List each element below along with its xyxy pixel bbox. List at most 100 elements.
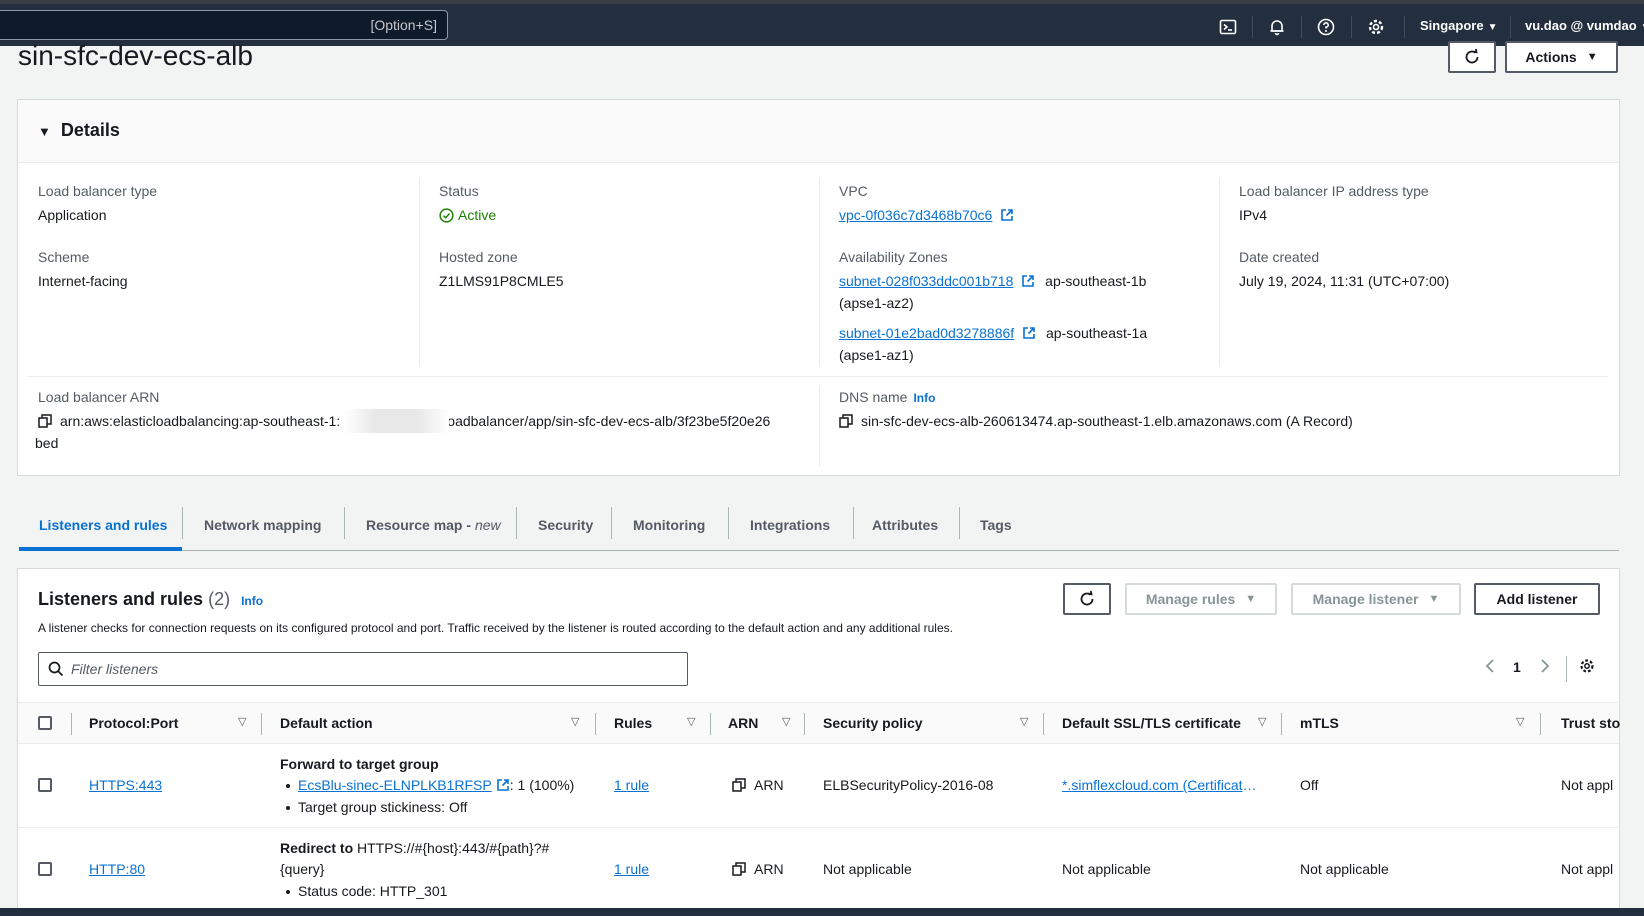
page-number[interactable]: 1 [1513,659,1521,675]
select-all-checkbox[interactable] [38,716,52,730]
manage-rules-label: Manage rules [1145,591,1236,607]
dns-value: sin-sfc-dev-ecs-alb-260613474.ap-southea… [839,413,1353,429]
new-badge: new [474,517,501,533]
tab-resource-map[interactable]: Resource map - new [366,517,501,533]
column-rules[interactable]: Rules [614,715,652,731]
sort-icon[interactable]: ▽ [1258,715,1266,728]
listeners-info-link[interactable]: Info [241,594,263,608]
mtls-value: Not applicable [1300,861,1389,877]
redaction-blur [345,409,449,433]
target-group-link[interactable]: EcsBlu-sinec-ELNPLKB1RFSP [298,777,492,793]
help-icon[interactable] [1315,16,1337,38]
arn-label: Load balancer ARN [38,389,160,405]
manage-listener-button[interactable]: Manage listener ▼ [1291,583,1461,615]
date-created-value: July 19, 2024, 11:31 (UTC+07:00) [1239,273,1450,289]
prev-page-icon[interactable] [1485,659,1495,676]
refresh-icon [1080,590,1094,606]
status-text: Active [458,207,497,223]
region-label: Singapore [1420,18,1484,33]
column-mtls[interactable]: mTLS [1300,715,1339,731]
subnet-link[interactable]: subnet-028f033ddc001b718 [839,273,1013,289]
sort-icon[interactable]: ▽ [1020,715,1028,728]
search-input[interactable]: [Option+S] [0,10,448,40]
listeners-refresh-button[interactable] [1063,583,1111,615]
bottom-bar [0,908,1644,916]
listeners-count: (2) [208,589,231,609]
table-settings-icon[interactable] [1579,658,1595,677]
rules-link[interactable]: 1 rule [614,861,649,877]
tab-security[interactable]: Security [538,517,593,533]
details-title: ▼ Details [38,120,120,141]
listener-protocol-link[interactable]: HTTPS:443 [89,777,162,793]
sort-icon[interactable]: ▽ [571,715,579,728]
subnet-link[interactable]: subnet-01e2bad0d3278886f [839,325,1014,341]
row-checkbox[interactable] [38,778,52,792]
tab-monitoring[interactable]: Monitoring [633,517,705,533]
vpc-link[interactable]: vpc-0f036c7d3468b70c6 [839,207,992,223]
listeners-title: Listeners and rules (2) Info [38,589,263,610]
details-title-text: Details [60,120,120,140]
arn-copy[interactable]: ARN [732,861,784,877]
column-divider [261,713,262,735]
security-policy-value: ELBSecurityPolicy-2016-08 [823,777,994,793]
dns-info-link[interactable]: Info [913,391,935,405]
region-selector[interactable]: Singapore ▼ [1420,18,1497,33]
filter-placeholder: Filter listeners [71,661,159,677]
cloudshell-icon[interactable] [1217,16,1239,38]
tab-attributes[interactable]: Attributes [872,517,938,533]
listeners-title-text: Listeners and rules [38,589,204,609]
tab-integrations[interactable]: Integrations [750,517,830,533]
next-page-icon[interactable] [1540,659,1550,676]
tab-tags[interactable]: Tags [980,517,1012,533]
column-ssl-certificate[interactable]: Default SSL/TLS certificate [1062,715,1241,731]
copy-icon[interactable] [38,414,52,428]
gear-icon[interactable] [1365,16,1387,38]
sort-icon[interactable]: ▽ [1516,715,1524,728]
column-divider [419,178,420,366]
pager-divider [1566,656,1567,682]
security-policy-value: Not applicable [823,861,912,877]
rules-link[interactable]: 1 rule [614,777,649,793]
bullet [286,784,290,789]
column-divider [819,386,820,466]
row-checkbox[interactable] [38,862,52,876]
sort-icon[interactable]: ▽ [687,715,695,728]
account-label: vu.dao @ vumdao [1525,18,1637,33]
add-listener-button[interactable]: Add listener [1474,583,1600,615]
sort-icon[interactable]: ▽ [238,715,246,728]
column-protocol-port[interactable]: Protocol:Port [89,715,178,731]
filter-listeners-input[interactable]: Filter listeners [38,652,688,686]
account-menu[interactable]: vu.dao @ vumdao ▼ [1525,18,1644,33]
hosted-zone-value: Z1LMS91P8CMLE5 [439,273,564,289]
column-security-policy[interactable]: Security policy [823,715,923,731]
search-shortcut-hint: [Option+S] [370,17,437,33]
details-header[interactable]: ▼ Details [18,100,1619,163]
caret-down-icon: ▼ [1586,51,1598,63]
arn-text: ARN [754,861,784,877]
column-arn[interactable]: ARN [728,715,758,731]
refresh-button[interactable] [1448,41,1496,73]
column-default-action[interactable]: Default action [280,715,373,731]
bell-icon[interactable] [1266,16,1288,38]
column-trust-store[interactable]: Trust sto [1561,715,1621,731]
tab-listeners-and-rules[interactable]: Listeners and rules [39,517,167,533]
ip-type-label: Load balancer IP address type [1239,183,1429,199]
actions-label: Actions [1525,49,1577,65]
tab-network-mapping[interactable]: Network mapping [204,517,321,533]
copy-icon[interactable] [839,414,853,428]
column-divider [1219,178,1220,366]
vpc-label: VPC [839,183,868,199]
listener-protocol-link[interactable]: HTTP:80 [89,861,145,877]
actions-button[interactable]: Actions ▼ [1505,41,1618,73]
column-divider [710,713,711,735]
arn-copy[interactable]: ARN [732,777,784,793]
trust-store-value: Not appl [1561,861,1614,877]
stickiness-item: Target group stickiness: Off [286,799,467,815]
manage-rules-button[interactable]: Manage rules ▼ [1125,583,1277,615]
status-code-text: Status code: HTTP_301 [298,883,448,899]
details-panel: ▼ Details Load balancer type Application … [17,99,1620,476]
column-divider [804,713,805,735]
sort-icon[interactable]: ▽ [782,715,790,728]
listeners-description: A listener checks for connection request… [38,621,953,635]
certificate-link[interactable]: *.simflexcloud.com (Certificate ID) [1062,777,1262,793]
